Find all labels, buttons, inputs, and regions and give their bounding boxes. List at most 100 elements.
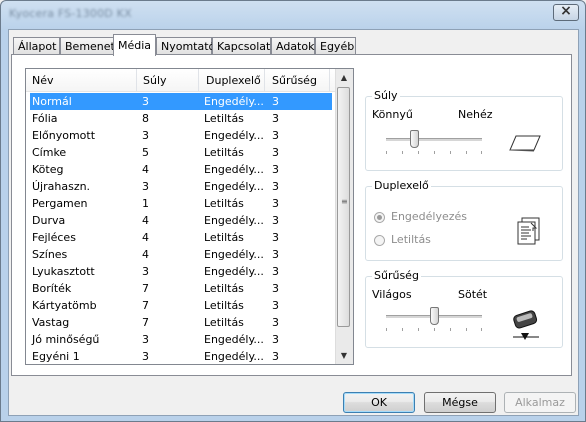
duplex-disable-radio[interactable]	[374, 235, 385, 246]
toner-cartridge-icon	[513, 310, 539, 340]
tab-allapot[interactable]: Állapot	[13, 37, 60, 55]
list-item[interactable]: Címke 5 Letiltás 3	[30, 144, 332, 161]
cell-weight: 7	[142, 282, 149, 295]
weight-slider-track[interactable]	[386, 138, 482, 141]
list-item[interactable]: Jó minőségű 3 Engedély... 3	[30, 331, 332, 348]
list-item[interactable]: Durva 4 Engedély... 3	[30, 212, 332, 229]
media-tab-panel: Név Súly Duplexelő Sűrűség Normál 3 Engedé…	[11, 54, 572, 376]
cell-duplex: Engedély...	[204, 163, 264, 176]
cell-weight: 3	[142, 129, 149, 142]
cell-density: 3	[272, 333, 279, 346]
column-separator[interactable]	[198, 69, 199, 91]
list-item[interactable]: Pergamen 1 Letiltás 3	[30, 195, 332, 212]
weight-slider-thumb[interactable]	[409, 130, 419, 148]
duplex-disable-label[interactable]: Letiltás	[391, 233, 431, 246]
tab-nyomtato[interactable]: Nyomtató	[156, 37, 215, 55]
tab-bemenet[interactable]: Bemenet	[60, 37, 115, 55]
cell-name: Kártyatömb	[32, 299, 97, 312]
cell-name: Durva	[32, 214, 66, 227]
cell-weight: 4	[142, 248, 149, 261]
cell-weight: 7	[142, 316, 149, 329]
cell-density: 3	[272, 316, 279, 329]
window-title: Kyocera FS-1300D KX	[9, 7, 132, 20]
cell-name: Címke	[32, 146, 67, 159]
density-max-label: Sötét	[458, 288, 488, 301]
cell-name: Köteg	[32, 163, 64, 176]
list-item[interactable]: Fólia 8 Letiltás 3	[30, 110, 332, 127]
list-item[interactable]: Kártyatömb 7 Letiltás 3	[30, 297, 332, 314]
cell-density: 3	[272, 163, 279, 176]
cell-weight: 3	[142, 180, 149, 193]
close-button[interactable]: ×	[553, 3, 579, 21]
list-item[interactable]: Vastag 7 Letiltás 3	[30, 314, 332, 331]
list-item[interactable]: Köteg 4 Engedély... 3	[30, 161, 332, 178]
cell-weight: 3	[142, 350, 149, 363]
density-min-label: Világos	[372, 288, 412, 301]
cell-density: 3	[272, 129, 279, 142]
list-item[interactable]: Újrahaszn. 3 Engedély... 3	[30, 178, 332, 195]
list-item[interactable]: Színes 4 Engedély... 3	[30, 246, 332, 263]
media-type-list[interactable]: Név Súly Duplexelő Sűrűség Normál 3 Engedé…	[25, 68, 354, 365]
weight-group: Súly Könnyű Nehéz	[365, 89, 563, 171]
cell-duplex: Engedély...	[204, 248, 264, 261]
column-header-name[interactable]: Név	[32, 74, 54, 87]
cell-name: Jó minőségű	[32, 333, 100, 346]
cell-name: Vastag	[32, 316, 70, 329]
scroll-thumb[interactable]: ≡	[337, 87, 350, 327]
list-item[interactable]: Normál 3 Engedély... 3	[30, 93, 332, 110]
column-header-duplex[interactable]: Duplexelő	[206, 74, 261, 87]
cell-name: Előnyomott	[32, 129, 96, 142]
cell-name: Színes	[32, 248, 68, 261]
list-item[interactable]: Fejléces 4 Letiltás 3	[30, 229, 332, 246]
weight-min-label: Könnyű	[372, 108, 413, 121]
density-slider-ticks	[386, 328, 482, 332]
cell-density: 3	[272, 282, 279, 295]
cell-name: Fólia	[32, 112, 58, 125]
list-item[interactable]: Boríték 7 Letiltás 3	[30, 280, 332, 297]
title-bar[interactable]: Kyocera FS-1300D KX ×	[1, 1, 585, 27]
close-icon: ×	[560, 3, 572, 19]
cell-density: 3	[272, 112, 279, 125]
list-item[interactable]: Egyéni 1 3 Engedély... 3	[30, 348, 332, 364]
list-item[interactable]: Lyukasztott 3 Engedély... 3	[30, 263, 332, 280]
cell-name: Fejléces	[32, 231, 76, 244]
cell-duplex: Engedély...	[204, 350, 264, 363]
apply-button[interactable]: Alkalmaz	[504, 392, 576, 413]
vertical-scrollbar[interactable]: ▲ ≡ ▼	[335, 69, 353, 364]
grip-icon: ≡	[341, 197, 348, 206]
list-item[interactable]: Előnyomott 3 Engedély... 3	[30, 127, 332, 144]
cell-duplex: Engedély...	[204, 333, 264, 346]
cell-duplex: Letiltás	[204, 146, 244, 159]
cell-weight: 8	[142, 112, 149, 125]
paper-sheet-icon	[509, 135, 541, 152]
density-slider-thumb[interactable]	[430, 307, 439, 325]
cell-name: Egyéni 1	[32, 350, 80, 363]
ok-button[interactable]: OK	[343, 392, 415, 413]
cancel-button[interactable]: Mégse	[424, 392, 496, 413]
column-header-weight[interactable]: Súly	[143, 74, 167, 87]
tab-egyeb[interactable]: Egyéb	[315, 37, 356, 55]
cell-duplex: Engedély...	[204, 129, 264, 142]
cell-name: Boríték	[32, 282, 72, 295]
column-header-density[interactable]: Sűrűség	[272, 74, 317, 87]
duplex-enable-label[interactable]: Engedélyezés	[391, 210, 467, 223]
cell-density: 3	[272, 248, 279, 261]
column-separator[interactable]	[329, 69, 330, 91]
scroll-down-arrow-icon[interactable]: ▼	[336, 347, 352, 364]
duplex-enable-radio[interactable]	[374, 212, 385, 223]
cell-duplex: Letiltás	[204, 112, 244, 125]
cell-duplex: Letiltás	[204, 231, 244, 244]
dialog-client: Állapot Bemenet Média Nyomtató Kapcsolat…	[8, 29, 579, 416]
cell-duplex: Letiltás	[204, 282, 244, 295]
duplex-group-label: Duplexelő	[372, 179, 431, 192]
cell-weight: 1	[142, 197, 149, 210]
cell-duplex: Letiltás	[204, 299, 244, 312]
cell-name: Lyukasztott	[32, 265, 95, 278]
density-group-label: Sűrűség	[372, 269, 421, 282]
tab-media[interactable]: Média	[113, 34, 156, 56]
scroll-up-arrow-icon[interactable]: ▲	[336, 69, 352, 86]
tab-adatok[interactable]: Adatok	[271, 37, 315, 55]
column-separator[interactable]	[136, 69, 137, 91]
column-separator[interactable]	[264, 69, 265, 91]
tab-kapcsolat[interactable]: Kapcsolat	[212, 37, 271, 55]
